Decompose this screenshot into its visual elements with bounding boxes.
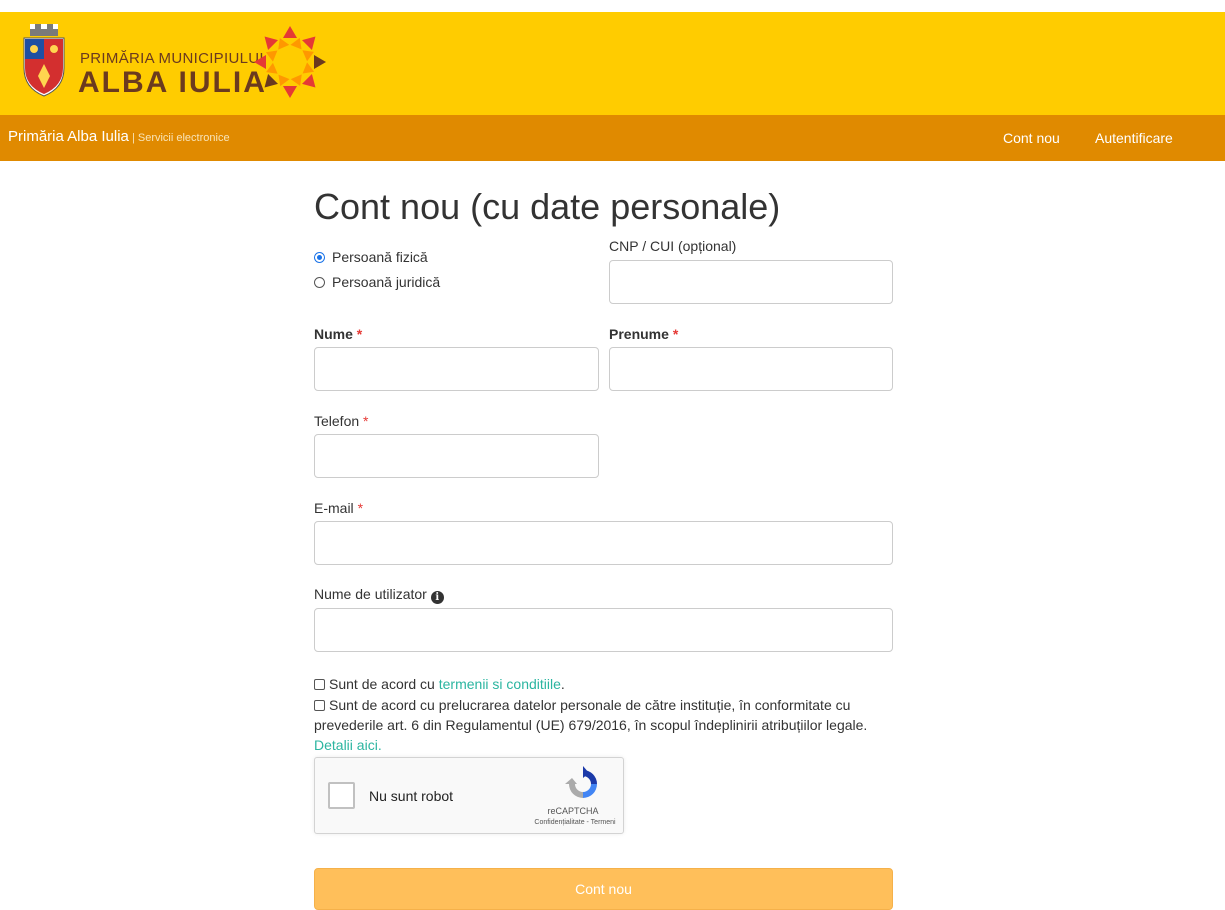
nav-link-cont-nou[interactable]: Cont nou xyxy=(1003,130,1060,146)
telefon-input[interactable] xyxy=(314,434,599,478)
submit-button[interactable]: Cont nou xyxy=(314,868,893,910)
logo-text-top: PRIMĂRIA MUNICIPIULUI xyxy=(80,50,264,67)
recaptcha-terms-link[interactable]: Confidențialitate - Termeni xyxy=(525,819,625,826)
radio-persoana-juridica[interactable]: Persoană juridică xyxy=(314,274,440,290)
radio-button-checked[interactable] xyxy=(314,251,325,263)
email-input[interactable] xyxy=(314,521,893,565)
prenume-input[interactable] xyxy=(609,347,893,391)
gdpr-text: Sunt de acord cu prelucrarea datelor per… xyxy=(314,697,868,733)
prenume-label-text: Prenume xyxy=(609,326,669,342)
recaptcha-widget: Nu sunt robot reCAPTCHA Confidențialitat… xyxy=(314,757,624,834)
gdpr-consent: Sunt de acord cu prelucrarea datelor per… xyxy=(314,695,894,755)
radio-persoana-fizica[interactable]: Persoană fizică xyxy=(314,249,428,265)
required-mark: * xyxy=(357,500,364,516)
logo-text-city: ALBA IULIA xyxy=(78,66,267,99)
radio-label: Persoană juridică xyxy=(332,274,441,290)
terms-checkbox[interactable] xyxy=(314,679,325,690)
radio-label: Persoană fizică xyxy=(332,249,428,265)
nume-label: Nume * xyxy=(314,326,362,342)
email-label-text: E-mail xyxy=(314,500,354,516)
sun-emblem-icon xyxy=(254,26,326,98)
required-mark: * xyxy=(672,326,679,342)
nume-label-text: Nume xyxy=(314,326,353,342)
navbar-brand-title: Primăria Alba Iulia xyxy=(8,128,129,145)
recaptcha-label: Nu sunt robot xyxy=(369,788,454,804)
page-title: Cont nou (cu date personale) xyxy=(314,186,781,227)
recaptcha-brand: reCAPTCHA xyxy=(547,806,599,816)
city-crest-icon xyxy=(23,24,65,97)
nume-input[interactable] xyxy=(314,347,599,391)
username-label: Nume de utilizator i xyxy=(314,586,444,604)
telefon-label-text: Telefon xyxy=(314,413,360,429)
gdpr-link-suffix: . xyxy=(377,737,382,753)
telefon-label: Telefon * xyxy=(314,413,369,429)
username-label-text: Nume de utilizator xyxy=(314,586,427,602)
username-input[interactable] xyxy=(314,608,893,652)
nav-link-autentificare[interactable]: Autentificare xyxy=(1095,130,1173,146)
recaptcha-checkbox[interactable] xyxy=(328,782,355,809)
recaptcha-logo-icon xyxy=(565,766,597,798)
navbar-brand-subtitle: | Servicii electronice xyxy=(128,132,230,144)
top-strip xyxy=(0,0,1225,12)
radio-button[interactable] xyxy=(314,276,325,288)
cnp-input[interactable] xyxy=(609,260,893,304)
terms-link[interactable]: termenii si conditiile xyxy=(439,676,561,692)
navbar-brand[interactable]: Primăria Alba Iulia | Servicii electroni… xyxy=(8,128,230,145)
gdpr-checkbox[interactable] xyxy=(314,700,325,711)
site-logo[interactable]: PRIMĂRIA MUNICIPIULUI ALBA IULIA xyxy=(20,22,340,102)
prenume-label: Prenume * xyxy=(609,326,678,342)
site-banner: PRIMĂRIA MUNICIPIULUI ALBA IULIA xyxy=(0,12,1225,115)
terms-text: Sunt de acord cu xyxy=(329,676,439,692)
terms-suffix: . xyxy=(560,676,565,692)
email-label: E-mail * xyxy=(314,500,363,516)
terms-consent: Sunt de acord cu termenii si conditiile. xyxy=(314,674,894,694)
cnp-label: CNP / CUI (opțional) xyxy=(609,238,737,254)
required-mark: * xyxy=(363,413,369,429)
info-icon[interactable]: i xyxy=(430,591,444,604)
required-mark: * xyxy=(356,326,363,342)
gdpr-details-link[interactable]: Detalii aici xyxy=(314,737,378,753)
main-navbar: Primăria Alba Iulia | Servicii electroni… xyxy=(0,115,1225,161)
